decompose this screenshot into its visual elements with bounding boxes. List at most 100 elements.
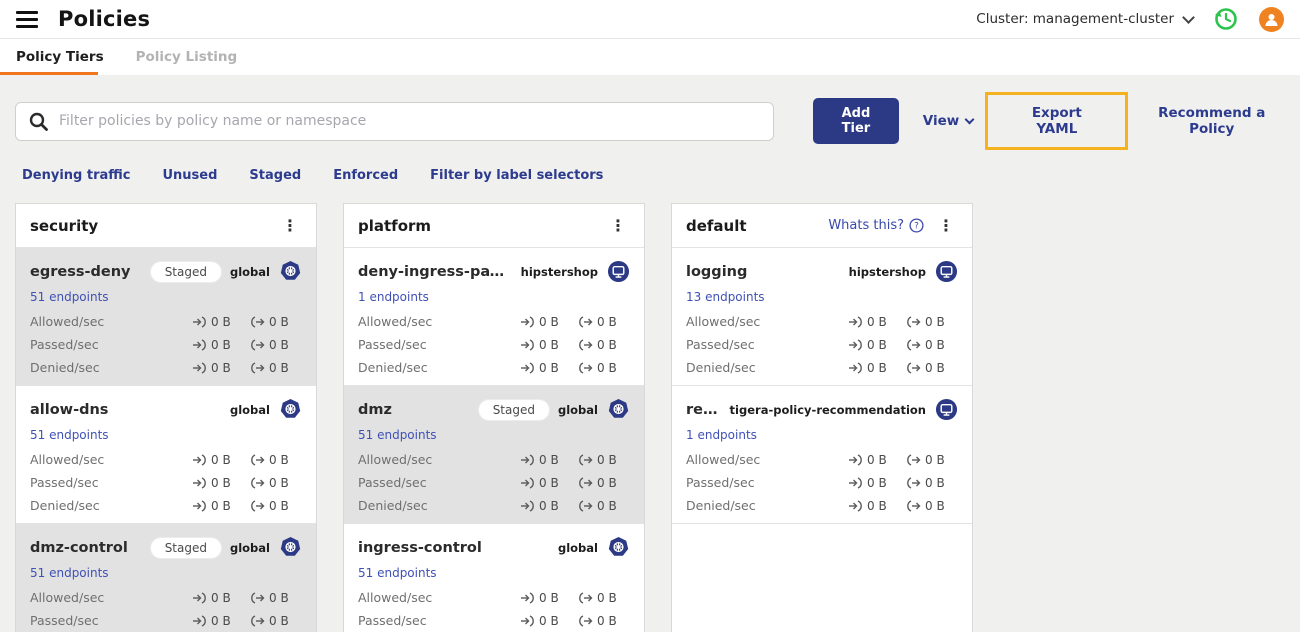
policy-card-deny-ingress-paymentservi[interactable]: deny-ingress-paymentservi... hipstershop bbox=[344, 248, 644, 386]
ingress-value: 0 B bbox=[867, 314, 887, 329]
endpoints-link[interactable]: 13 endpoints bbox=[686, 290, 765, 304]
metrics-list: Allowed/sec 0 B 0 B Passed/sec bbox=[358, 590, 630, 632]
policy-card-restricted[interactable]: restricted tigera-policy-recommendation bbox=[672, 386, 972, 524]
egress-value: 0 B bbox=[597, 590, 617, 605]
svg-text:?: ? bbox=[914, 222, 919, 232]
egress-value: 0 B bbox=[597, 475, 617, 490]
whats-this-link[interactable]: Whats this? ? bbox=[828, 218, 924, 233]
user-avatar[interactable] bbox=[1259, 6, 1284, 32]
policy-scope-label: global bbox=[557, 540, 598, 555]
endpoints-link[interactable]: 51 endpoints bbox=[30, 428, 109, 442]
ingress-value: 0 B bbox=[539, 498, 559, 513]
search-input[interactable] bbox=[59, 113, 762, 129]
metric-row: Denied/sec 0 B 0 B bbox=[686, 360, 958, 375]
tier-menu-kebab-icon[interactable]: ⋮ bbox=[934, 216, 958, 236]
add-tier-button[interactable]: Add Tier bbox=[813, 98, 899, 144]
tier-name: default bbox=[686, 216, 747, 235]
ingress-traffic-icon bbox=[849, 476, 862, 489]
ingress-value: 0 B bbox=[867, 360, 887, 375]
filter-label-selectors[interactable]: Filter by label selectors bbox=[430, 168, 603, 183]
egress-traffic-icon bbox=[251, 476, 265, 489]
namespace-scope-icon bbox=[607, 260, 630, 283]
policy-card-allow-dns[interactable]: allow-dns global 51 endpoints Allowed/se… bbox=[16, 386, 316, 524]
filter-unused[interactable]: Unused bbox=[162, 168, 217, 183]
metric-label: Allowed/sec bbox=[686, 452, 761, 467]
policy-card-dmz[interactable]: dmz Staged global 51 endpoints Allowed/s… bbox=[344, 386, 644, 524]
egress-traffic-icon bbox=[579, 315, 593, 328]
ingress-traffic-icon bbox=[521, 338, 534, 351]
metrics-list: Allowed/sec 0 B 0 B Passed/sec bbox=[358, 314, 630, 375]
policy-card-ingress-control[interactable]: ingress-control global 51 endpoints Allo… bbox=[344, 524, 644, 632]
search-icon bbox=[29, 112, 48, 131]
view-dropdown-label: View bbox=[922, 113, 960, 129]
policy-card-egress-deny[interactable]: egress-deny Staged global 51 endpoints A… bbox=[16, 248, 316, 386]
tab-policy-tiers[interactable]: Policy Tiers bbox=[0, 39, 120, 75]
tier-menu-kebab-icon[interactable]: ⋮ bbox=[606, 216, 630, 236]
tier-board: security ? ⋮ egress-deny Staged global bbox=[0, 183, 1300, 632]
metric-row: Denied/sec 0 B 0 B bbox=[686, 498, 958, 513]
filter-enforced[interactable]: Enforced bbox=[333, 168, 398, 183]
metric-row: Passed/sec 0 B 0 B bbox=[686, 475, 958, 490]
endpoints-link[interactable]: 51 endpoints bbox=[30, 290, 109, 304]
export-yaml-button[interactable]: Export YAML bbox=[1012, 105, 1101, 137]
app-header: Policies Cluster: management-cluster bbox=[0, 0, 1300, 39]
ingress-traffic-icon bbox=[193, 499, 206, 512]
filter-staged[interactable]: Staged bbox=[249, 168, 301, 183]
endpoints-link[interactable]: 1 endpoints bbox=[358, 290, 429, 304]
ingress-value: 0 B bbox=[211, 613, 231, 628]
metric-row: Allowed/sec 0 B 0 B bbox=[358, 314, 630, 329]
ingress-traffic-icon bbox=[193, 476, 206, 489]
metric-label: Passed/sec bbox=[30, 337, 99, 352]
egress-traffic-icon bbox=[251, 361, 265, 374]
policy-scope-label: tigera-policy-recommendation bbox=[729, 402, 926, 417]
chevron-down-icon bbox=[1182, 10, 1195, 24]
history-restore-icon[interactable] bbox=[1213, 6, 1239, 32]
egress-value: 0 B bbox=[597, 314, 617, 329]
ingress-traffic-icon bbox=[193, 361, 206, 374]
recommend-policy-button[interactable]: Recommend a Policy bbox=[1138, 105, 1285, 137]
endpoints-link[interactable]: 1 endpoints bbox=[686, 428, 757, 442]
cluster-selector[interactable]: Cluster: management-cluster bbox=[976, 10, 1195, 27]
ingress-value: 0 B bbox=[211, 360, 231, 375]
tier-cards: deny-ingress-paymentservi... hipstershop bbox=[344, 248, 644, 632]
hamburger-menu-icon[interactable] bbox=[16, 10, 38, 28]
view-dropdown-button[interactable]: View bbox=[922, 113, 975, 129]
ingress-traffic-icon bbox=[521, 315, 534, 328]
endpoints-link[interactable]: 51 endpoints bbox=[358, 566, 437, 580]
tier-menu-kebab-icon[interactable]: ⋮ bbox=[278, 216, 302, 236]
egress-traffic-icon bbox=[907, 338, 921, 351]
active-tab-underline bbox=[0, 72, 98, 75]
egress-value: 0 B bbox=[925, 498, 945, 513]
ingress-traffic-icon bbox=[521, 453, 534, 466]
ingress-value: 0 B bbox=[211, 498, 231, 513]
egress-value: 0 B bbox=[597, 337, 617, 352]
metric-label: Allowed/sec bbox=[30, 452, 105, 467]
egress-traffic-icon bbox=[579, 499, 593, 512]
ingress-value: 0 B bbox=[539, 314, 559, 329]
metric-row: Passed/sec 0 B 0 B bbox=[30, 613, 302, 628]
filter-denying-traffic[interactable]: Denying traffic bbox=[22, 168, 130, 183]
policy-search[interactable] bbox=[15, 101, 775, 141]
tier-column-platform: platform ? ⋮ deny-ingress-paymentservi..… bbox=[343, 203, 645, 632]
policy-scope-label: global bbox=[229, 540, 270, 555]
egress-traffic-icon bbox=[579, 591, 593, 604]
policy-card-logging[interactable]: logging hipstershop 13 endpoints Allowed… bbox=[672, 248, 972, 386]
endpoints-link[interactable]: 51 endpoints bbox=[30, 566, 109, 580]
ingress-value: 0 B bbox=[211, 590, 231, 605]
ingress-traffic-icon bbox=[521, 614, 534, 627]
policy-card-dmz-control[interactable]: dmz-control Staged global 51 endpoints A… bbox=[16, 524, 316, 632]
tab-policy-listing[interactable]: Policy Listing bbox=[120, 39, 254, 75]
staged-badge: Staged bbox=[150, 537, 221, 558]
metric-row: Passed/sec 0 B 0 B bbox=[686, 337, 958, 352]
egress-traffic-icon bbox=[579, 338, 593, 351]
policy-name: restricted bbox=[686, 401, 721, 418]
tab-bar: Policy Tiers Policy Listing bbox=[0, 39, 1300, 75]
policy-name: dmz-control bbox=[30, 539, 128, 556]
metric-label: Allowed/sec bbox=[686, 314, 761, 329]
endpoints-link[interactable]: 51 endpoints bbox=[358, 428, 437, 442]
metric-row: Denied/sec 0 B 0 B bbox=[30, 498, 302, 513]
policy-scope-label: global bbox=[229, 264, 270, 279]
egress-value: 0 B bbox=[269, 475, 289, 490]
metric-row: Passed/sec 0 B 0 B bbox=[30, 475, 302, 490]
ingress-value: 0 B bbox=[867, 337, 887, 352]
